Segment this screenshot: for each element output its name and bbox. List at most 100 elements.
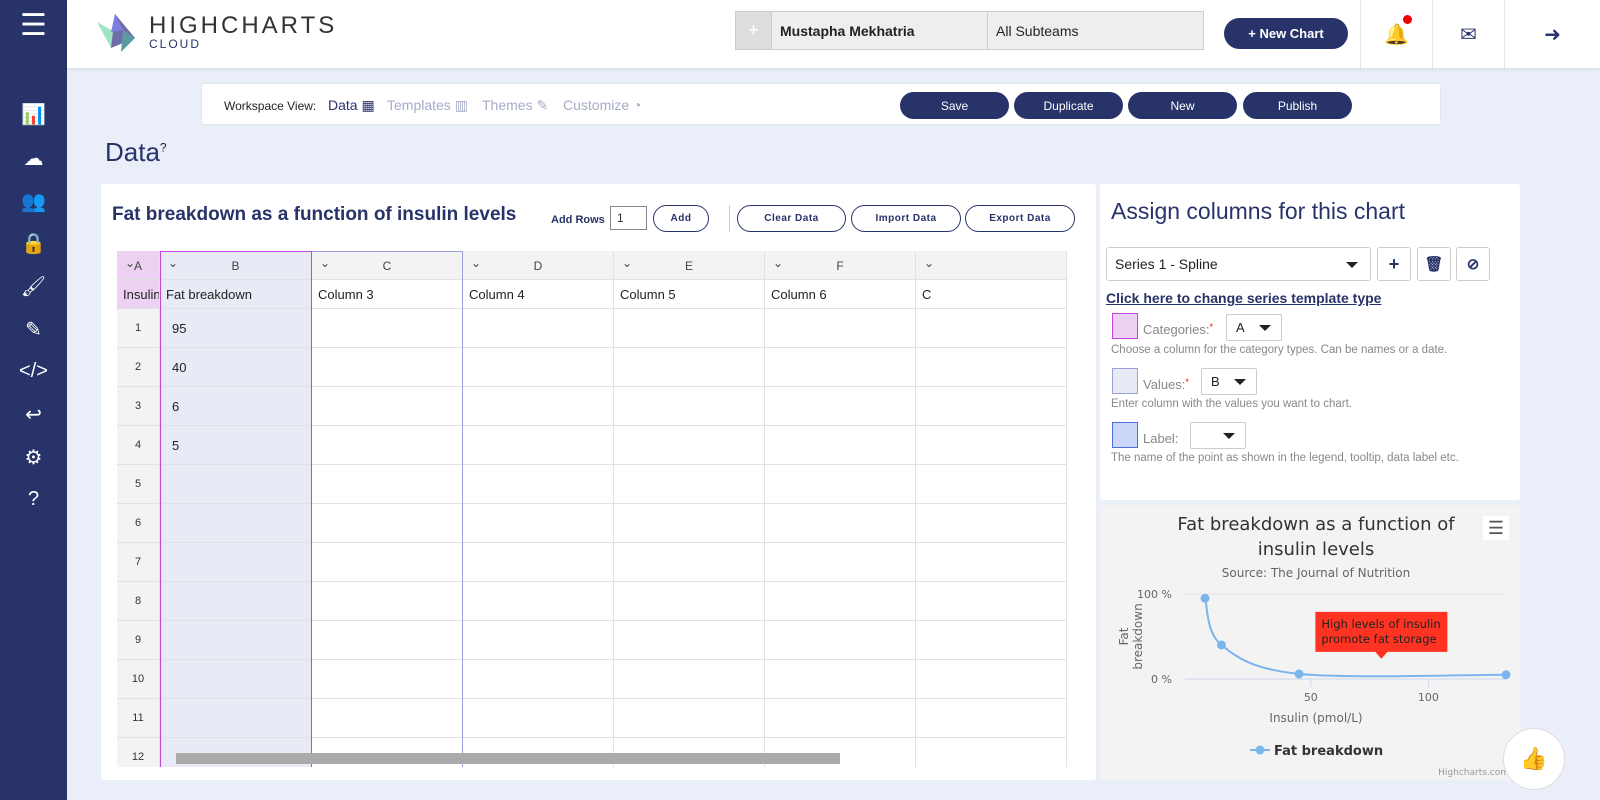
change-template-link[interactable]: Click here to change series template typ… [1106, 290, 1381, 306]
table-cell[interactable] [916, 738, 1067, 767]
table-cell[interactable] [160, 582, 312, 621]
column-name-cell[interactable]: Fat breakdown [160, 280, 312, 309]
column-name-cell[interactable]: Column 4 [463, 280, 614, 309]
column-header-A[interactable]: ⌄ A [117, 251, 160, 280]
table-cell[interactable] [765, 699, 916, 738]
table-cell[interactable] [160, 660, 312, 699]
table-cell[interactable] [614, 699, 765, 738]
series-select[interactable]: Series 1 - Spline [1106, 247, 1371, 281]
delete-series-button[interactable]: 🗑 [1417, 247, 1451, 281]
table-cell[interactable] [916, 387, 1067, 426]
hide-series-button[interactable]: ⊘ [1456, 247, 1490, 281]
table-cell[interactable] [614, 660, 765, 699]
table-cell[interactable] [463, 504, 614, 543]
add-rows-button[interactable]: Add [653, 205, 709, 232]
table-cell[interactable] [312, 309, 463, 348]
table-cell[interactable] [463, 582, 614, 621]
column-name-cell[interactable]: Column 3 [312, 280, 463, 309]
table-cell[interactable] [312, 387, 463, 426]
table-cell[interactable] [463, 387, 614, 426]
table-cell[interactable] [614, 582, 765, 621]
table-cell[interactable] [765, 465, 916, 504]
table-cell[interactable] [312, 504, 463, 543]
help-icon[interactable]: ? [0, 488, 67, 511]
column-header-E[interactable]: ⌄ E [614, 251, 765, 280]
brush-icon[interactable]: 🖌 [0, 274, 67, 299]
table-cell[interactable] [916, 582, 1067, 621]
menu-icon[interactable]: ☰ [0, 8, 67, 43]
edit-icon[interactable]: ✎ [0, 317, 67, 342]
save-button[interactable]: Save [900, 92, 1009, 119]
table-cell[interactable] [916, 660, 1067, 699]
logout-button[interactable]: ➜ [1504, 0, 1600, 68]
table-cell[interactable] [463, 348, 614, 387]
import-data-button[interactable]: Import Data [851, 205, 961, 232]
table-cell[interactable] [916, 504, 1067, 543]
table-cell[interactable] [463, 465, 614, 504]
table-cell[interactable] [916, 465, 1067, 504]
table-cell[interactable] [765, 309, 916, 348]
table-cell[interactable] [765, 582, 916, 621]
column-menu-chevron-icon[interactable]: ⌄ [924, 256, 934, 270]
table-cell[interactable] [614, 387, 765, 426]
table-cell[interactable] [463, 309, 614, 348]
table-cell[interactable] [614, 465, 765, 504]
table-cell[interactable] [463, 543, 614, 582]
column-name-cell[interactable]: Column 6 [765, 280, 916, 309]
add-team-button[interactable]: + [736, 12, 772, 49]
lock-icon[interactable]: 🔒 [0, 231, 67, 256]
table-cell[interactable] [312, 465, 463, 504]
column-header-D[interactable]: ⌄ D [463, 251, 614, 280]
table-cell[interactable] [463, 621, 614, 660]
messages-button[interactable]: ✉ [1432, 0, 1504, 68]
table-cell[interactable]: 40 [160, 348, 312, 387]
add-rows-input[interactable]: 1 [610, 206, 647, 230]
table-cell[interactable] [312, 660, 463, 699]
label-select[interactable] [1190, 422, 1246, 449]
column-name-cell[interactable]: Column 5 [614, 280, 765, 309]
table-cell[interactable] [916, 309, 1067, 348]
subteam-select[interactable]: All Subteams [988, 12, 1203, 49]
table-cell[interactable] [765, 660, 916, 699]
table-cell[interactable]: 5 [160, 426, 312, 465]
undo-icon[interactable]: ↩ [0, 402, 67, 427]
table-cell[interactable] [312, 582, 463, 621]
table-cell[interactable] [765, 621, 916, 660]
values-select[interactable]: B [1201, 368, 1257, 395]
export-data-button[interactable]: Export Data [965, 205, 1075, 232]
tab-customize[interactable]: Customize ◔ [563, 97, 641, 113]
tab-data[interactable]: Data ▦ [328, 97, 375, 114]
column-header-F[interactable]: ⌄ F [765, 251, 916, 280]
table-cell[interactable]: 95 [160, 309, 312, 348]
table-cell[interactable] [463, 426, 614, 465]
table-cell[interactable] [463, 660, 614, 699]
gear-icon[interactable]: ⚙ [0, 445, 67, 470]
table-cell[interactable] [765, 348, 916, 387]
table-cell[interactable] [312, 543, 463, 582]
table-cell[interactable] [614, 504, 765, 543]
new-button[interactable]: New [1128, 92, 1237, 119]
chart-icon[interactable]: 📊 [0, 102, 67, 127]
table-cell[interactable] [765, 504, 916, 543]
table-cell[interactable] [916, 621, 1067, 660]
team-user-select[interactable]: Mustapha Mekhatria [772, 12, 988, 49]
table-cell[interactable] [614, 621, 765, 660]
table-cell[interactable] [765, 387, 916, 426]
table-cell[interactable] [160, 699, 312, 738]
table-cell[interactable] [614, 543, 765, 582]
cloud-icon[interactable]: ☁ [0, 146, 67, 171]
table-cell[interactable] [160, 504, 312, 543]
table-cell[interactable] [765, 543, 916, 582]
table-cell[interactable] [160, 465, 312, 504]
clear-data-button[interactable]: Clear Data [737, 205, 846, 232]
table-cell[interactable] [160, 543, 312, 582]
table-cell[interactable] [312, 348, 463, 387]
horizontal-scrollbar[interactable] [176, 753, 840, 764]
table-cell[interactable] [614, 426, 765, 465]
new-chart-button[interactable]: + New Chart [1224, 18, 1348, 49]
table-cell[interactable] [614, 348, 765, 387]
table-cell[interactable] [916, 543, 1067, 582]
help-icon[interactable]: ? [160, 140, 167, 154]
column-name-cell[interactable]: C [916, 280, 1067, 309]
table-cell[interactable] [765, 426, 916, 465]
